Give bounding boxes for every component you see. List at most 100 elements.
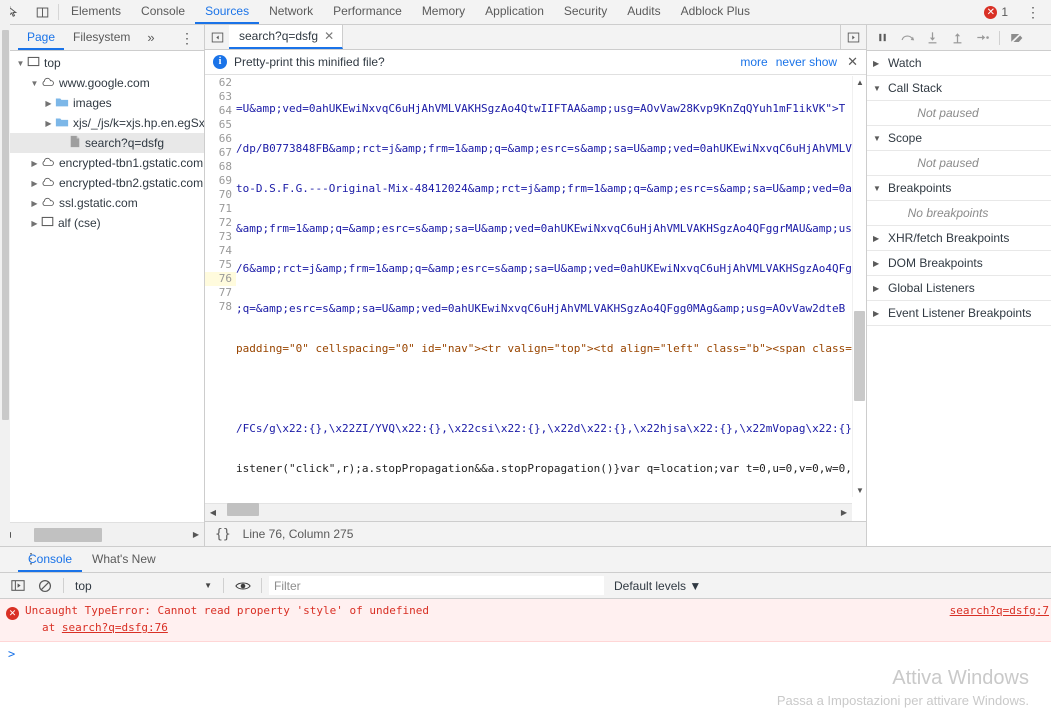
code-line: istener("click",r);a.stopPropagation&&a.…: [236, 462, 852, 475]
tree-item-ssl-gstatic[interactable]: ▶ ssl.gstatic.com: [0, 193, 204, 213]
drawer-menu-icon[interactable]: ⋮: [24, 551, 38, 565]
nav-tab-page[interactable]: Page: [18, 25, 65, 50]
scroll-right-icon[interactable]: ▶: [188, 530, 204, 539]
source-tabs-overflow-icon[interactable]: [840, 25, 866, 49]
section-title: Scope: [888, 131, 923, 145]
tab-adblock-plus[interactable]: Adblock Plus: [671, 0, 760, 24]
tree-item-www-google-com[interactable]: ▼ www.google.com: [0, 73, 204, 93]
source-tab-search-q-dsfg[interactable]: search?q=dsfg ✕: [229, 25, 344, 49]
chevron-right-icon[interactable]: ▶: [28, 219, 41, 228]
tab-audits[interactable]: Audits: [617, 0, 670, 24]
navigator-scroll-track[interactable]: [16, 523, 188, 547]
section-breakpoints[interactable]: ▼ Breakpoints: [867, 176, 1051, 201]
chevron-right-icon[interactable]: ▶: [42, 99, 55, 108]
tree-item-search-q-dsfg[interactable]: search?q=dsfg: [0, 133, 204, 153]
line-number-gutter: 62 63 64 65 66 67 68 69 70 71 72 73 74 7…: [205, 76, 236, 497]
navigator-horizontal-scrollbar[interactable]: ◀ ▶: [0, 522, 204, 546]
section-watch[interactable]: ▶ Watch: [867, 51, 1051, 76]
section-global-listeners[interactable]: ▶ Global Listeners: [867, 276, 1051, 301]
chevron-right-icon[interactable]: ▶: [42, 119, 55, 128]
clear-console-icon[interactable]: [33, 575, 56, 597]
code-hscroll-thumb[interactable]: [227, 502, 259, 516]
navigator-menu-icon[interactable]: ⋮: [170, 25, 204, 50]
infobar-more-link[interactable]: more: [740, 55, 767, 69]
section-dom-breakpoints[interactable]: ▶ DOM Breakpoints: [867, 251, 1051, 276]
outer-scroll-thumb[interactable]: [2, 30, 9, 420]
infobar-close-icon[interactable]: ✕: [845, 54, 858, 70]
code-scroll-thumb[interactable]: [854, 311, 865, 401]
section-call-stack[interactable]: ▼ Call Stack: [867, 76, 1051, 101]
tree-item-images[interactable]: ▶ images: [0, 93, 204, 113]
scroll-down-icon[interactable]: ▼: [855, 486, 865, 495]
chevron-down-icon: ▼: [873, 183, 881, 193]
cloud-icon: [41, 196, 55, 211]
pretty-print-infobar: i Pretty-print this minified file? more …: [205, 50, 866, 75]
step-icon[interactable]: [971, 27, 994, 49]
console-sidebar-icon[interactable]: [6, 575, 29, 597]
tree-item-encrypted-tbn2[interactable]: ▶ encrypted-tbn2.gstatic.com: [0, 173, 204, 193]
tree-item-alf-cse[interactable]: ▶ alf (cse): [0, 213, 204, 233]
scroll-right-icon[interactable]: ▶: [836, 508, 852, 517]
tab-performance[interactable]: Performance: [323, 0, 412, 24]
tab-security[interactable]: Security: [554, 0, 617, 24]
console-prompt[interactable]: >: [0, 642, 1051, 666]
tab-sources[interactable]: Sources: [195, 0, 260, 24]
code-line: =U&amp;ved=0ahUKEwiNxvqC6uHjAhVMLVAKHSgz…: [236, 102, 846, 115]
error-count-badge[interactable]: ✕ 1: [978, 5, 1014, 19]
code-content[interactable]: =U&amp;ved=0ahUKEwiNxvqC6uHjAhVMLVAKHSgz…: [236, 76, 852, 497]
chevron-right-icon[interactable]: ▶: [28, 179, 41, 188]
pretty-print-icon[interactable]: {}: [215, 527, 231, 542]
tab-application[interactable]: Application: [475, 0, 554, 24]
code-vertical-scrollbar[interactable]: ▲ ▼: [852, 76, 866, 497]
show-navigator-icon[interactable]: [205, 25, 229, 49]
infobar-actions: more never show ✕: [740, 54, 858, 70]
chevron-right-icon[interactable]: ▶: [28, 199, 41, 208]
code-horizontal-scrollbar[interactable]: ◀ ▶: [205, 502, 852, 521]
section-xhr-fetch-breakpoints[interactable]: ▶ XHR/fetch Breakpoints: [867, 226, 1051, 251]
tab-console[interactable]: Console: [131, 0, 195, 24]
console-error-text: Uncaught TypeError: Cannot read property…: [25, 604, 429, 617]
step-out-icon[interactable]: [946, 27, 969, 49]
chevron-down-icon[interactable]: ▼: [28, 79, 41, 88]
deactivate-breakpoints-icon[interactable]: [1005, 27, 1028, 49]
cloud-icon: [41, 76, 55, 91]
devtools-window: Elements Console Sources Network Perform…: [0, 0, 1051, 726]
section-event-listener-breakpoints[interactable]: ▶ Event Listener Breakpoints: [867, 301, 1051, 326]
step-into-icon[interactable]: [921, 27, 944, 49]
code-editor[interactable]: 62 63 64 65 66 67 68 69 70 71 72 73 74 7…: [205, 76, 866, 497]
nav-overflow-icon[interactable]: »: [139, 25, 162, 50]
outer-vertical-scrollbar[interactable]: [0, 0, 10, 546]
drawer-tab-whats-new[interactable]: What's New: [82, 547, 166, 572]
tree-item-encrypted-tbn1[interactable]: ▶ encrypted-tbn1.gstatic.com: [0, 153, 204, 173]
scroll-left-icon[interactable]: ◀: [205, 508, 221, 517]
infobar-never-show-link[interactable]: never show: [776, 55, 837, 69]
device-toolbar-icon[interactable]: [28, 0, 56, 24]
chevron-right-icon: ▶: [873, 233, 880, 243]
pause-icon[interactable]: [871, 27, 894, 49]
chevron-down-icon[interactable]: ▼: [14, 59, 27, 68]
console-context-selector[interactable]: top ▼: [71, 576, 216, 595]
console-message-source-link[interactable]: search?q=dsfg:7: [950, 603, 1049, 619]
step-over-icon[interactable]: [896, 27, 919, 49]
chevron-right-icon[interactable]: ▶: [28, 159, 41, 168]
console-filter-input[interactable]: [269, 576, 604, 595]
tree-item-xjs-folder[interactable]: ▶ xjs/_/js/k=xjs.hp.en.egSx: [0, 113, 204, 133]
navigator-scroll-thumb[interactable]: [34, 527, 102, 542]
main-menu-icon[interactable]: ⋮: [1019, 5, 1047, 19]
tree-item-top[interactable]: ▼ top: [0, 53, 204, 73]
console-error-message[interactable]: ✕ Uncaught TypeError: Cannot read propert…: [0, 599, 1051, 642]
close-icon[interactable]: ✕: [324, 29, 334, 43]
stack-source-link[interactable]: search?q=dsfg:76: [62, 621, 168, 634]
source-tabbar: search?q=dsfg ✕: [205, 25, 866, 50]
breakpoints-empty-message: No breakpoints: [867, 201, 1051, 226]
tab-elements[interactable]: Elements: [61, 0, 131, 24]
tab-memory[interactable]: Memory: [412, 0, 475, 24]
section-scope[interactable]: ▼ Scope: [867, 126, 1051, 151]
tab-network[interactable]: Network: [259, 0, 323, 24]
scroll-up-icon[interactable]: ▲: [855, 78, 865, 87]
live-expression-icon[interactable]: [231, 575, 254, 597]
console-log-levels-selector[interactable]: Default levels ▼: [608, 579, 707, 593]
code-line: /dp/B0773848FB&amp;rct=j&amp;frm=1&amp;q…: [236, 142, 852, 155]
nav-tab-filesystem[interactable]: Filesystem: [64, 25, 139, 50]
console-toolbar-divider-2: [223, 578, 224, 593]
